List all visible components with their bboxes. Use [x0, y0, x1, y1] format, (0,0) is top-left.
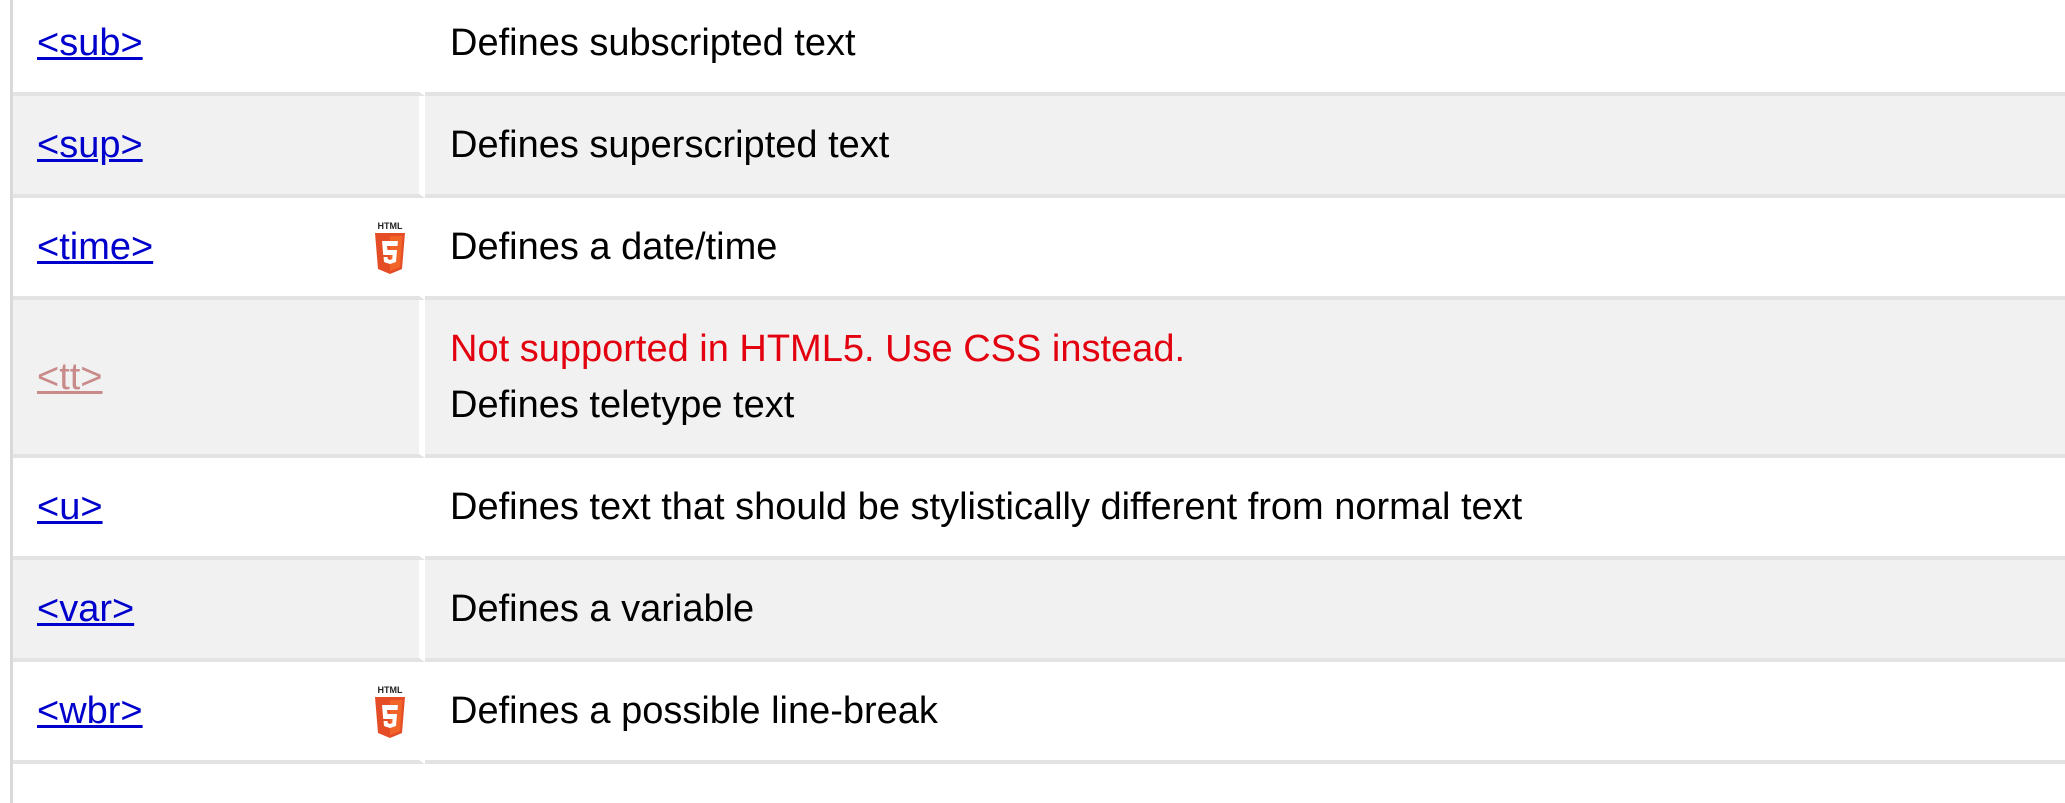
tag-link-u[interactable]: <u> — [37, 486, 103, 528]
description-cell: Defines a variable — [425, 560, 2065, 662]
description-text: Defines teletype text — [450, 384, 795, 426]
tag-cell: <u> — [13, 458, 425, 560]
table-row: <time> HTML Defines a date/time — [13, 198, 2065, 300]
tag-cell: <sup> — [13, 96, 425, 198]
not-supported-note: Not supported in HTML5. Use CSS instead. — [450, 328, 1186, 370]
html5-icon: HTML — [375, 685, 405, 738]
table-row: <sup> Defines superscripted text — [13, 96, 2065, 198]
table-row: <var> Defines a variable — [13, 560, 2065, 662]
svg-text:HTML: HTML — [378, 685, 403, 695]
svg-text:HTML: HTML — [378, 221, 403, 231]
description-cell: Defines subscripted text — [425, 0, 2065, 96]
table-row: <u> Defines text that should be stylisti… — [13, 458, 2065, 560]
tag-cell: <wbr> HTML — [13, 662, 425, 764]
description-cell: Defines a date/time — [425, 198, 2065, 300]
tag-link-tt[interactable]: <tt> — [37, 356, 103, 398]
description-cell: Not supported in HTML5. Use CSS instead.… — [425, 300, 2065, 458]
tag-link-var[interactable]: <var> — [37, 588, 134, 630]
tag-reference-table: <sub> Defines subscripted text <sup> Def… — [13, 0, 2065, 764]
tag-link-wbr[interactable]: <wbr> — [37, 690, 143, 732]
tag-reference-page: <sub> Defines subscripted text <sup> Def… — [0, 0, 2065, 803]
description-cell: Defines a possible line-break — [425, 662, 2065, 764]
tag-cell: <time> HTML — [13, 198, 425, 300]
tag-link-time[interactable]: <time> — [37, 226, 153, 268]
html5-icon: HTML — [375, 221, 405, 274]
tag-cell: <var> — [13, 560, 425, 662]
description-cell: Defines text that should be stylisticall… — [425, 458, 2065, 560]
table-row: <wbr> HTML Defines a possible line-break — [13, 662, 2065, 764]
description-cell: Defines superscripted text — [425, 96, 2065, 198]
tag-cell: <sub> — [13, 0, 425, 96]
tag-link-sub[interactable]: <sub> — [37, 22, 143, 64]
tag-cell: <tt> — [13, 300, 425, 458]
tag-link-sup[interactable]: <sup> — [37, 124, 143, 166]
table-row: <tt> Not supported in HTML5. Use CSS ins… — [13, 300, 2065, 458]
table-row: <sub> Defines subscripted text — [13, 0, 2065, 96]
